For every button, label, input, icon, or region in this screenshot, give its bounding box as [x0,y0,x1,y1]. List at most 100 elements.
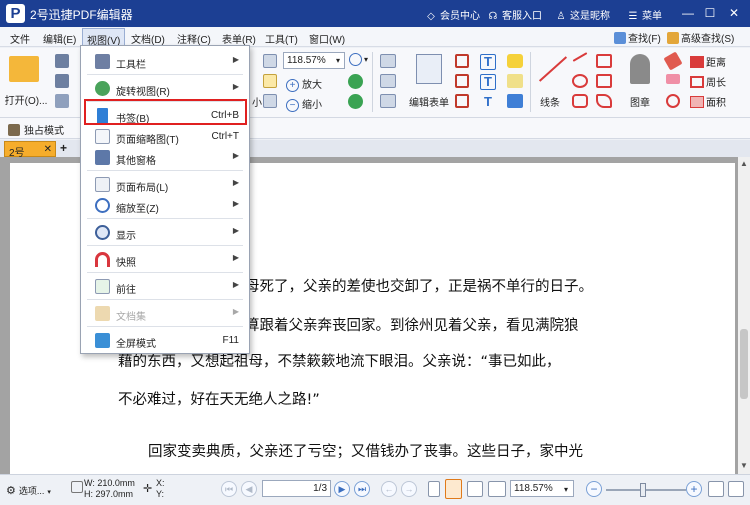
forward-view-button[interactable]: → [401,481,417,497]
maximize-button[interactable]: ☐ [702,4,718,22]
view-menu-item-toolbar[interactable]: 工具栏 ▶ [81,51,249,72]
back-view-button[interactable]: ← [381,481,397,497]
menu-comment[interactable]: 注释(C) [177,31,211,46]
main-menu-button[interactable]: ☰ 菜单 [627,7,662,22]
form-textfield-icon[interactable] [455,54,469,68]
menu-window[interactable]: 窗口(W) [309,31,345,46]
zoom-tool-arrow-icon[interactable]: ▾ [364,55,368,64]
arrow-tool-icon[interactable] [572,52,588,62]
status-zoom-in-button[interactable]: + [686,481,702,497]
customer-service-link[interactable]: ☊ 客服入口 [487,7,542,22]
member-center-link[interactable]: ◇ 会员中心 [425,7,480,22]
polygon-tool-icon[interactable] [596,94,612,108]
view-menu-item-display[interactable]: 显示 ▶ [81,222,249,243]
scroll-down-arrow-icon[interactable]: ▼ [739,461,749,471]
menu-tools[interactable]: 工具(T) [265,31,298,46]
gear-icon: ⚙ [6,485,16,497]
area-button[interactable]: 面积 [690,94,726,109]
status-zoom-dropdown-icon[interactable]: ▾ [564,485,568,494]
attach-icon[interactable] [507,74,523,88]
last-page-button[interactable]: ⏭ [354,481,370,497]
scrollbar-thumb[interactable] [740,329,748,399]
fullscreen-icon [95,333,110,348]
next-page-button[interactable]: ▶ [334,481,350,497]
open-button[interactable]: 打开(O)... [4,52,47,108]
new-tab-button[interactable]: + [60,142,67,154]
pencil-icon[interactable] [663,51,683,71]
user-account-link[interactable]: ♙ 这是昵称 [555,7,610,22]
view-menu-item-portfolio[interactable]: 文档集 ▶ [81,303,249,324]
eraser-icon[interactable] [666,74,680,84]
note-icon[interactable] [507,54,523,68]
properties-icon[interactable] [55,94,69,108]
text-box-icon[interactable]: T [480,74,496,90]
sound-icon[interactable] [507,94,523,108]
perimeter-button[interactable]: 周长 [690,74,726,89]
tab-close-icon[interactable]: ✕ [44,144,52,155]
thumbnails-icon [95,129,110,144]
rotate-right-icon[interactable] [348,94,363,109]
single-page-icon[interactable] [428,481,440,497]
view-menu-item-fullscreen[interactable]: 全屏模式 F11 [81,330,249,351]
fit-page-icon[interactable] [263,54,277,68]
actual-size-icon[interactable] [263,74,277,88]
measure-shape-icon[interactable] [666,94,680,108]
zoom-in-button[interactable]: + 放大 [286,76,322,92]
pentagon-tool-icon[interactable] [596,54,612,68]
save-icon[interactable] [55,54,69,68]
vertical-scrollbar[interactable]: ▲ ▼ [738,157,750,474]
callout-icon[interactable]: T [480,94,496,110]
view-menu-item-snapshot[interactable]: 快照 ▶ [81,249,249,270]
zoom-tool-icon[interactable] [349,53,362,66]
zoom-out-button[interactable]: − 缩小 [286,96,322,112]
zoom-slider-thumb[interactable] [640,483,646,497]
add-image-icon[interactable] [380,74,396,88]
menu-view[interactable]: 视图(V) [82,28,126,47]
lines-button[interactable]: 线条 [532,52,568,109]
rotate-left-icon[interactable] [348,74,363,89]
view-menu-item-zoom-to[interactable]: 缩放至(Z) ▶ [81,195,249,216]
distance-button[interactable]: 距离 [690,54,726,69]
fit-width-icon[interactable] [263,94,277,108]
close-button[interactable]: ✕ [726,4,742,22]
menu-document[interactable]: 文档(D) [131,31,165,46]
minimize-button[interactable]: — [680,4,696,22]
zoom-dropdown-arrow-icon[interactable]: ▾ [336,56,340,65]
view-menu-item-other-panes[interactable]: 其他窗格 ▶ [81,147,249,168]
status-zoom-out-button[interactable]: − [586,481,602,497]
menu-form[interactable]: 表单(R) [222,31,256,46]
ellipse-tool-icon[interactable] [572,74,588,88]
form-checkbox-icon[interactable] [455,74,469,88]
stamp-button[interactable]: 图章 [620,52,660,109]
find-button[interactable]: 查找(F) [614,30,661,46]
menu-file[interactable]: 文件 [10,31,30,46]
previous-page-button[interactable]: ◀ [241,481,257,497]
options-button[interactable]: ⚙ 选项... ▾ [6,484,51,497]
form-button-icon[interactable] [455,94,469,108]
add-link-icon[interactable] [380,94,396,108]
facing-page-icon[interactable] [467,481,483,497]
continuous-facing-icon[interactable] [488,481,506,497]
print-icon[interactable] [55,74,69,88]
fit-page-status-icon[interactable] [708,481,724,497]
first-page-button[interactable]: ⏮ [221,481,237,497]
exclusive-mode-button[interactable]: 独占模式 [8,122,64,137]
scroll-up-arrow-icon[interactable]: ▲ [739,159,749,169]
view-menu-item-thumbnails[interactable]: 页面缩略图(T) Ctrl+T [81,126,249,147]
menu-edit[interactable]: 编辑(E) [43,31,76,46]
page-number-field[interactable]: 1/3 [262,480,331,497]
fullscreen-status-icon[interactable] [728,481,744,497]
view-menu-item-go-to[interactable]: 前往 ▶ [81,276,249,297]
rectangle-tool-icon[interactable] [596,74,612,88]
zoom-slider-track[interactable] [606,489,686,491]
continuous-page-icon[interactable] [445,479,462,499]
cloud-tool-icon[interactable] [572,94,588,108]
document-tab[interactable]: 2号 ✕ [4,141,56,159]
view-menu-item-rotate[interactable]: 旋转视图(R) ▶ [81,78,249,99]
typewriter-icon[interactable]: T [480,54,496,70]
doc-text-line: 不必难过，好在天无绝人之路!” [118,392,320,408]
edit-form-button[interactable]: 编辑表单 [408,52,450,109]
view-menu-item-page-layout[interactable]: 页面布局(L) ▶ [81,174,249,195]
add-text-icon[interactable] [380,54,396,68]
advanced-find-button[interactable]: 高级查找(S) [667,30,734,46]
